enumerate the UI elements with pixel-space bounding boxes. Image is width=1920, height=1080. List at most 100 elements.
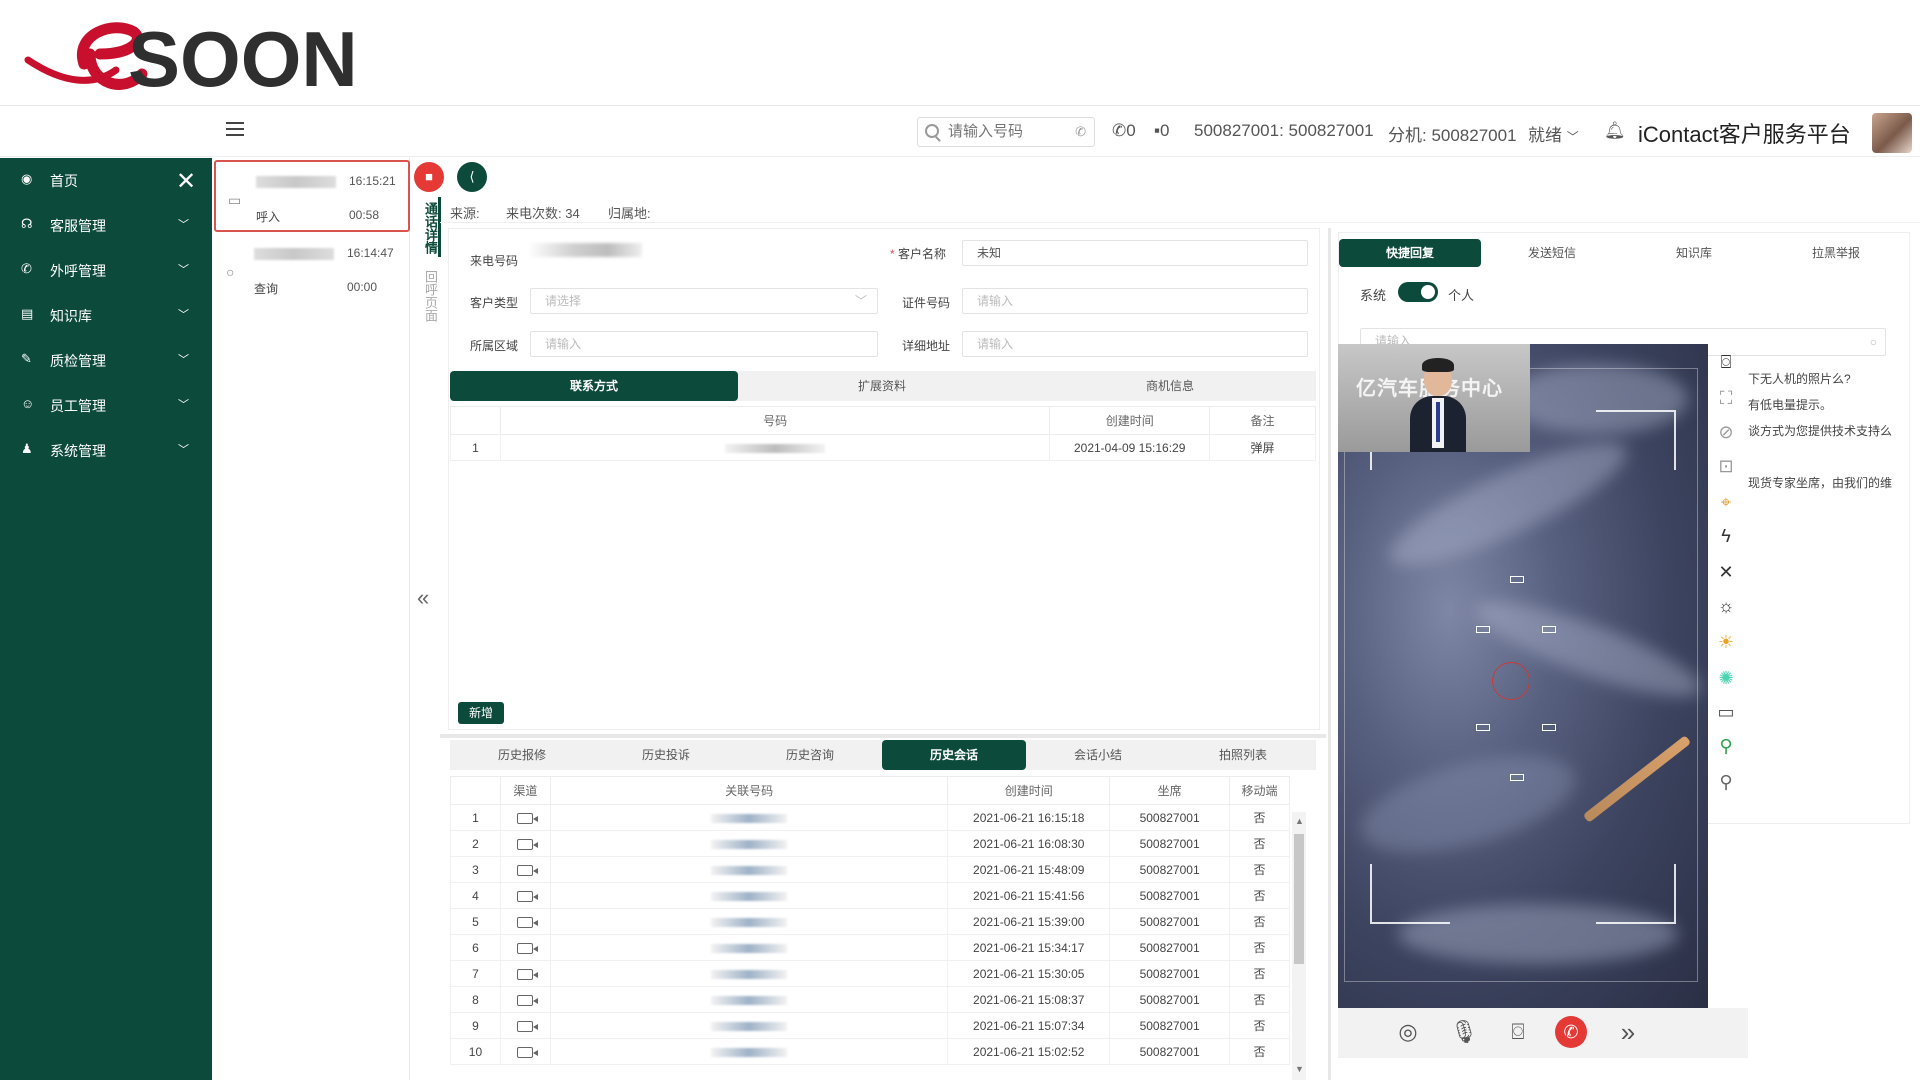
snapshot-icon[interactable]: ⌼ (1500, 1014, 1536, 1050)
created-time: 2021-06-21 15:08:37 (947, 986, 1111, 1013)
menu-toggle-icon[interactable] (226, 122, 244, 138)
bell-icon[interactable]: 🔔︎ (1604, 121, 1626, 141)
tab-call-detail[interactable]: 通话详情 (420, 202, 438, 254)
table-row[interactable]: 2 2021-06-21 16:08:30 500827001 否 (450, 830, 1290, 857)
tab-business[interactable]: 商机信息 (1026, 371, 1314, 401)
snippet[interactable]: 现货专家坐席，由我们的维 (1748, 474, 1892, 491)
channel-video-icon (499, 804, 551, 831)
id-input[interactable]: 请输入 (962, 288, 1308, 314)
lamp-icon[interactable]: ☀ (1712, 628, 1740, 656)
agent-id: 500827001: 500827001 (1194, 121, 1374, 140)
screen-icon[interactable]: ▭ (1712, 698, 1740, 726)
session-item[interactable]: 16:14:47 ○ 查询 00:00 (214, 234, 410, 306)
user-icon: ♟ (21, 441, 33, 456)
snippet[interactable]: 谈方式为您提供技术支持么 (1748, 422, 1892, 439)
sidebar-item-knowledge[interactable]: ▤ 知识库 ﹀ (0, 293, 212, 338)
tab-extended[interactable]: 扩展资料 (738, 371, 1026, 401)
tab-callback[interactable]: 回呼页面 (420, 270, 438, 322)
microphone-icon[interactable]: 🎙︎ (1446, 1014, 1482, 1050)
focus-icon[interactable]: ⊡ (1712, 452, 1740, 480)
table-row[interactable]: 4 2021-06-21 15:41:56 500827001 否 (450, 882, 1290, 909)
webcam-icon[interactable]: ◎ (1390, 1014, 1426, 1050)
dial-icon[interactable]: ✆ (1075, 124, 1086, 140)
tab-blacklist[interactable]: 拉黑举报 (1765, 239, 1907, 267)
snippet[interactable]: 下无人机的照片么? (1748, 370, 1851, 387)
flash-off-icon[interactable]: ✕ (1712, 558, 1740, 586)
agent-id: 500827001 (1109, 882, 1231, 909)
session-list: 16:15:21 ▭ 呼入 00:58 16:14:47 ○ 查询 00:00 (212, 158, 410, 1080)
session-item[interactable]: 16:15:21 ▭ 呼入 00:58 (214, 160, 410, 232)
expand-icon[interactable]: » (1610, 1014, 1646, 1050)
tab-send-sms[interactable]: 发送短信 (1481, 239, 1623, 267)
sidebar-item-home[interactable]: ◉ 首页 (0, 158, 212, 203)
agent-id: 500827001 (1109, 986, 1231, 1013)
snippet[interactable]: 有低电量提示。 (1748, 396, 1832, 413)
location-icon[interactable]: ⚲ (1712, 732, 1740, 760)
table-row[interactable]: 9 2021-06-21 15:07:34 500827001 否 (450, 1012, 1290, 1039)
hangup-button[interactable]: ■ (414, 162, 444, 192)
col-related-number: 关联号码 (549, 776, 949, 805)
tab-session-summary[interactable]: 会话小结 (1026, 740, 1170, 770)
tab-history-repair[interactable]: 历史报修 (450, 740, 594, 770)
avatar[interactable] (1872, 113, 1912, 153)
system-toggle[interactable] (1398, 282, 1438, 302)
splitter[interactable] (1328, 228, 1331, 1080)
cust-type-select[interactable]: 请选择 ﹀ (530, 288, 878, 314)
brightness-icon[interactable]: ☼ (1712, 592, 1740, 620)
phone-icon: ✆ (1112, 121, 1127, 140)
addr-input[interactable]: 请输入 (962, 331, 1308, 357)
splitter-h[interactable] (440, 734, 1326, 738)
tab-history-complaint[interactable]: 历史投诉 (594, 740, 738, 770)
region-input[interactable]: 请输入 (530, 331, 878, 357)
table-row[interactable]: 1 2021-04-09 15:16:29 弹屏 (450, 434, 1316, 461)
table-row[interactable]: 3 2021-06-21 15:48:09 500827001 否 (450, 856, 1290, 883)
row-index: 2 (450, 830, 501, 857)
cust-name-input[interactable]: 未知 (962, 240, 1308, 266)
agent-pip-video[interactable]: 亿汽车服务中心 (1338, 344, 1530, 452)
tab-history-consult[interactable]: 历史咨询 (738, 740, 882, 770)
block-icon[interactable]: ⊘ (1712, 418, 1740, 446)
table-row[interactable]: 8 2021-06-21 15:08:37 500827001 否 (450, 986, 1290, 1013)
row-index: 3 (450, 856, 501, 883)
collapse-left-icon[interactable]: « (417, 585, 429, 611)
sidebar-item-service[interactable]: ☊ 客服管理 ﹀ (0, 203, 212, 248)
sidebar-item-system[interactable]: ♟ 系统管理 ﹀ (0, 428, 212, 473)
tab-history-session[interactable]: 历史会话 (882, 740, 1026, 770)
table-row[interactable]: 5 2021-06-21 15:39:00 500827001 否 (450, 908, 1290, 935)
number-search[interactable]: ✆ (917, 117, 1095, 147)
sidebar-item-outbound[interactable]: ✆ 外呼管理 ﹀ (0, 248, 212, 293)
scroll-thumb[interactable] (1294, 834, 1304, 964)
tab-knowledge[interactable]: 知识库 (1623, 239, 1765, 267)
tab-photo-list[interactable]: 拍照列表 (1170, 740, 1316, 770)
mobile-flag: 否 (1229, 960, 1290, 987)
light-icon[interactable]: ✺ (1712, 664, 1740, 692)
agent-id: 500827001 (1109, 804, 1231, 831)
location-off-icon[interactable]: ⚲ (1712, 768, 1740, 796)
tab-quick-reply[interactable]: 快捷回复 (1339, 239, 1481, 267)
channel-video-icon (499, 934, 551, 961)
mobile-flag: 否 (1229, 934, 1290, 961)
number-search-input[interactable] (948, 123, 1068, 140)
scan-icon[interactable]: ⛶ (1712, 384, 1740, 412)
history-scrollbar[interactable]: ▲ ▼ (1292, 812, 1306, 1080)
esoon-logo: SOON (24, 15, 358, 96)
status-select[interactable]: 就绪 ﹀ (1528, 121, 1579, 146)
tab-contact[interactable]: 联系方式 (450, 371, 738, 401)
add-button[interactable]: 新增 (458, 702, 504, 724)
end-call-icon[interactable]: ✆ (1555, 1016, 1587, 1048)
table-row[interactable]: 7 2021-06-21 15:30:05 500827001 否 (450, 960, 1290, 987)
share-button[interactable]: ⟨ (457, 162, 487, 192)
table-row[interactable]: 10 2021-06-21 15:02:52 500827001 否 (450, 1038, 1290, 1065)
platform-title: iContact客户服务平台 (1638, 122, 1851, 147)
sidebar-item-qc[interactable]: ✎ 质检管理 ﹀ (0, 338, 212, 383)
scroll-down-icon[interactable]: ▼ (1295, 1064, 1304, 1074)
table-row[interactable]: 1 2021-06-21 16:15:18 500827001 否 (450, 804, 1290, 831)
masked-number (256, 176, 336, 188)
scroll-up-icon[interactable]: ▲ (1295, 816, 1304, 826)
camera-icon[interactable]: ⌼ (1712, 348, 1740, 376)
flash-icon[interactable]: ϟ (1712, 522, 1740, 550)
table-row[interactable]: 6 2021-06-21 15:34:17 500827001 否 (450, 934, 1290, 961)
sidebar-item-staff[interactable]: ☺ 员工管理 ﹀ (0, 383, 212, 428)
chevron-down-icon: ﹀ (178, 444, 189, 456)
target-icon[interactable]: ⌖ (1712, 488, 1740, 516)
